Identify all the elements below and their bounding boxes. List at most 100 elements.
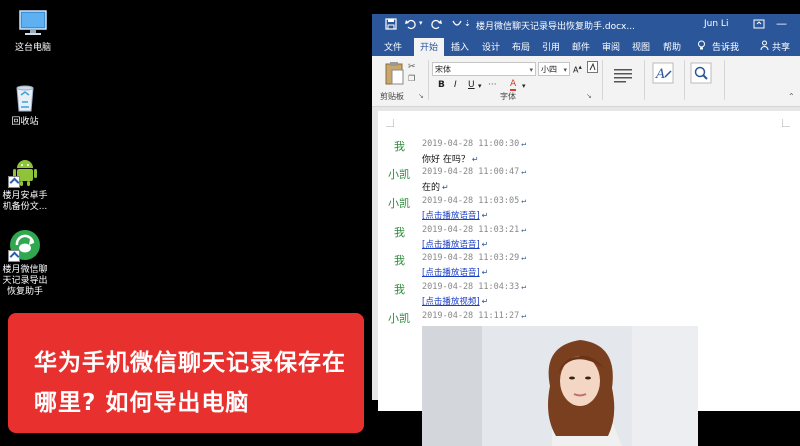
paragraph-mark: ↵ [442,183,449,192]
copy-icon[interactable]: ❐ [408,74,415,83]
chat-message-body: [点击播放视频] ↵ [378,294,778,310]
desktop-icon-this-pc[interactable]: 这台电脑 [2,6,64,54]
tab-mailings[interactable]: 邮件 [572,40,590,53]
message-time: 2019-04-28 11:03:29 ↵ [422,253,527,263]
desktop-icon-label: 回收站 [11,117,39,127]
paragraph-mark: ↵ [521,196,527,205]
document-title: 楼月微信聊天记录导出恢复助手.docx... [476,22,635,32]
chevron-down-icon[interactable]: ▾ [522,82,526,90]
font-size-combo[interactable]: 小四 ▾ [538,62,570,76]
margin-corner-mark [386,119,394,127]
message-content: 在的 ↵ [422,183,449,193]
tab-references[interactable]: 引用 [542,40,560,53]
paragraph-mark: ↵ [481,240,489,249]
message-time: 2019-04-28 11:00:47 ↵ [422,167,527,177]
redo-icon[interactable] [429,17,445,33]
title-bar: ▾ ⇣ 楼月微信聊天记录导出恢复助手.docx... Jun Li — [372,14,800,36]
chevron-down-icon: ▾ [563,66,567,74]
tab-review[interactable]: 审阅 [602,40,620,53]
shortcut-arrow-icon [8,176,20,188]
desktop-icon-label: 这台电脑 [14,43,51,53]
word-window: ▾ ⇣ 楼月微信聊天记录导出恢复助手.docx... Jun Li — 文件 开… [372,14,800,446]
font-launcher-icon[interactable]: ↘ [586,92,592,100]
shortcut-arrow-icon [8,250,20,262]
android-icon [8,154,42,188]
chat-message-body: 在的 ↵ [378,179,778,195]
tab-help[interactable]: 帮助 [663,40,681,53]
tab-file[interactable]: 文件 [384,40,402,53]
document-page[interactable]: 我 2019-04-28 11:00:30 ↵ 你好 在吗？ ↵ 小凯 2019-0… [378,111,800,446]
paragraph-mark: ↵ [521,282,527,291]
message-time: 2019-04-28 11:11:27 ↵ [422,311,527,321]
more-options-icon[interactable]: ··· [488,80,497,90]
promo-banner: 华为手机微信聊天记录保存在哪里? 如何导出电脑 [8,313,364,433]
paragraph-mark: ↵ [481,297,489,306]
message-sender: 小凯 [388,312,410,325]
chat-message-body: [点击播放语音] ↵ [378,265,778,281]
play-voice-link[interactable]: [点击播放语音] ↵ [422,238,488,250]
save-icon[interactable] [384,17,400,33]
chevron-down-icon: ▾ [529,66,533,74]
font-size-grow-icon[interactable]: A▴ [573,63,582,75]
chat-message-body: [点击播放语音] ↵ [378,208,778,224]
account-name[interactable]: Jun Li [704,19,728,29]
desktop-icon-label: 楼月安卓手 机备份文... [2,191,48,212]
recycle-bin-icon [8,80,42,114]
share-icon[interactable] [760,40,769,53]
cut-icon[interactable]: ✂ [408,62,416,72]
message-time: 2019-04-28 11:03:05 ↵ [422,196,527,206]
play-video-link[interactable]: [点击播放视频] ↵ [422,295,488,307]
desktop-icon-wechat-export[interactable]: 楼月微信聊 天记录导出 恢复助手 [0,228,56,298]
share-button[interactable]: 共享 [772,40,790,53]
font-name-value: 宋体 [435,65,451,74]
wechat-restore-icon [8,228,42,262]
tab-insert[interactable]: 插入 [451,40,469,53]
paragraph-mark: ↵ [481,211,489,220]
tab-view[interactable]: 视图 [632,40,650,53]
paste-button[interactable] [382,60,406,86]
message-content: 你好 在吗？ ↵ [422,155,479,165]
font-name-combo[interactable]: 宋体 ▾ [432,62,536,76]
collapse-ribbon-icon[interactable]: ⌃ [788,92,795,101]
undo-icon[interactable] [404,17,420,33]
promo-title: 华为手机微信聊天记录保存在哪里? 如何导出电脑 [34,350,346,416]
styles-icon[interactable]: A [652,62,674,84]
message-time: 2019-04-28 11:04:33 ↵ [422,282,527,292]
minimize-icon[interactable]: — [776,17,792,33]
font-group-label: 字体 [500,92,516,101]
font-color-button[interactable]: A [510,80,517,91]
clipboard-launcher-icon[interactable]: ↘ [418,92,424,100]
desktop-icon-recycle-bin[interactable]: 回收站 [0,80,56,128]
play-voice-link[interactable]: [点击播放语音] ↵ [422,266,488,278]
desktop-icon-android-backup[interactable]: 楼月安卓手 机备份文... [0,154,56,213]
bold-button[interactable]: B [438,80,445,90]
ribbon-separator [684,60,685,100]
message-time: 2019-04-28 11:03:21 ↵ [422,225,527,235]
ribbon-display-options-icon[interactable] [752,17,768,33]
desktop-icon-label: 楼月微信聊 天记录导出 恢复助手 [2,265,48,297]
paragraph-mark: ↵ [521,253,527,262]
ribbon-separator [644,60,645,100]
chevron-down-icon[interactable]: ▾ [478,82,482,90]
paragraph-icon[interactable] [612,64,634,86]
tab-layout[interactable]: 布局 [512,40,530,53]
underline-button[interactable]: U [468,80,475,90]
paragraph-mark: ↵ [471,155,479,164]
paragraph-mark: ↵ [521,139,527,148]
portrait-photo-icon [422,326,698,446]
paragraph-mark: ↵ [521,167,527,176]
play-voice-link[interactable]: [点击播放语音] ↵ [422,209,488,221]
clipboard-group-label: 剪贴板 [380,92,404,101]
tab-design[interactable]: 设计 [482,40,500,53]
tab-home[interactable]: 开始 [414,38,445,56]
svg-text:A: A [655,67,665,82]
find-icon[interactable] [690,62,712,84]
clear-formatting-icon[interactable] [587,61,598,76]
italic-button[interactable]: I [454,80,457,90]
ribbon-home: ✂ ❐ 剪贴板 ↘ 宋体 ▾ 小四 ▾ A▴ B I U ▾ ··· A ▾ 字… [372,56,800,107]
embedded-photo[interactable] [422,326,698,446]
tell-me-search[interactable]: 告诉我 [712,40,739,53]
font-size-value: 小四 [541,65,557,74]
paragraph-mark: ↵ [521,311,527,320]
paragraph-mark: ↵ [481,268,489,277]
